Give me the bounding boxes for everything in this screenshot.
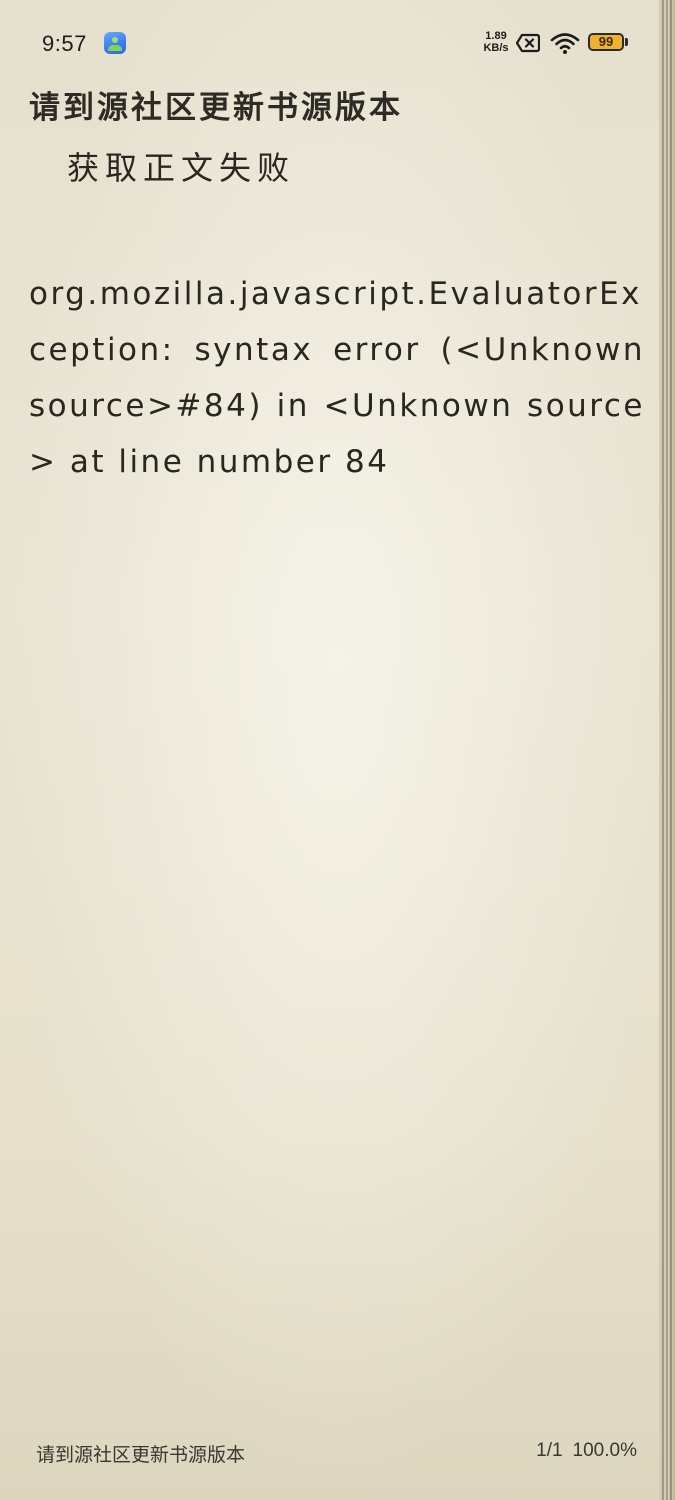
footer-progress: 1/1 100.0% [536, 1440, 637, 1462]
close-box-icon [516, 33, 540, 53]
network-speed: 1.89 KB/s [480, 30, 512, 54]
page-edge [659, 0, 675, 1500]
chapter-title: 请到源社区更新书源版本 [29, 90, 403, 126]
battery-level: 99 [598, 34, 614, 49]
network-speed-unit: KB/s [483, 42, 509, 54]
battery-icon: 99 [588, 33, 630, 53]
network-speed-value: 1.89 [485, 30, 507, 42]
status-bar: 9:57 1.89 KB/s 99 [0, 0, 659, 88]
battery-tip [625, 38, 628, 46]
wifi-icon [550, 33, 580, 54]
content-paragraph: 获取正文失败 [67, 149, 296, 187]
error-message-paragraph: org.mozilla.javascript.EvaluatorExceptio… [29, 276, 645, 480]
gallery-app-icon [104, 32, 126, 54]
reader-content[interactable]: 获取正文失败 org.mozilla.javascript.EvaluatorE… [29, 140, 645, 490]
reading-progress: 100.0% [572, 1440, 637, 1461]
footer-chapter-title: 请到源社区更新书源版本 [36, 1444, 246, 1466]
status-time: 9:57 [42, 31, 87, 56]
page-indicator: 1/1 [536, 1440, 563, 1461]
reader-footer: 请到源社区更新书源版本 1/1 100.0% [0, 1440, 659, 1500]
